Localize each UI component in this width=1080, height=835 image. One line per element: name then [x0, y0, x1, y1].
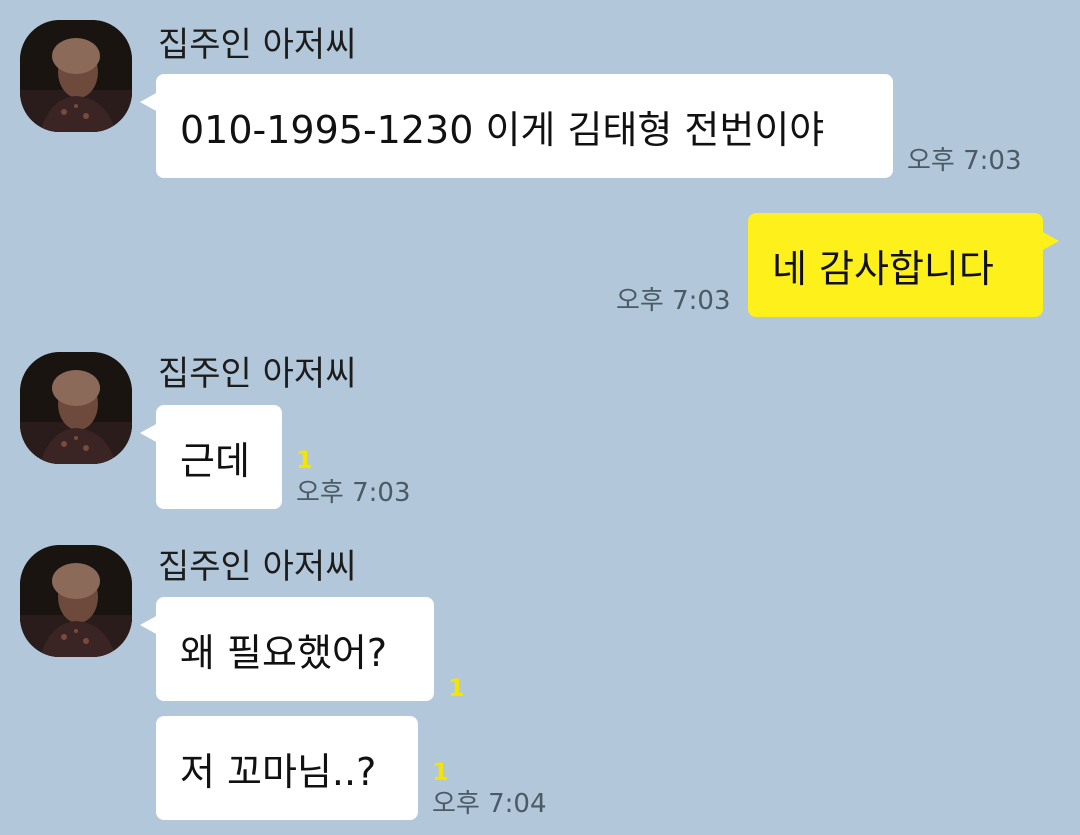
profile-photo-icon	[20, 352, 132, 464]
message-bubble[interactable]: 근데	[140, 405, 282, 509]
message-time: 오후 7:03	[907, 146, 1022, 176]
unread-count: 1	[296, 446, 313, 474]
message-bubble[interactable]: 저 꼬마님..?	[156, 716, 418, 820]
sender-name: 집주인 아저씨	[158, 25, 357, 65]
profile-photo-icon	[20, 20, 132, 132]
sender-avatar[interactable]	[20, 20, 132, 132]
message-text: 저 꼬마님..?	[180, 749, 377, 794]
message-text: 네 감사합니다	[772, 246, 994, 291]
message-text: 010-1995-1230 이게 김태형 전번이야	[180, 107, 825, 152]
message-bubble[interactable]: 왜 필요했어?	[140, 597, 434, 701]
message-time: 오후 7:03	[296, 478, 411, 508]
sender-name: 집주인 아저씨	[158, 547, 357, 587]
message-time: 오후 7:04	[432, 789, 547, 819]
message-text: 왜 필요했어?	[180, 630, 388, 675]
sender-avatar[interactable]	[20, 545, 132, 657]
profile-photo-icon	[20, 545, 132, 657]
unread-count: 1	[432, 758, 449, 786]
unread-count: 1	[448, 674, 465, 702]
message-text: 근데	[180, 438, 250, 483]
sender-avatar[interactable]	[20, 352, 132, 464]
sender-name: 집주인 아저씨	[158, 354, 357, 394]
message-bubble-outgoing[interactable]: 네 감사합니다	[748, 213, 1059, 317]
message-bubble[interactable]: 010-1995-1230 이게 김태형 전번이야	[140, 74, 893, 178]
message-time: 오후 7:03	[616, 286, 731, 316]
